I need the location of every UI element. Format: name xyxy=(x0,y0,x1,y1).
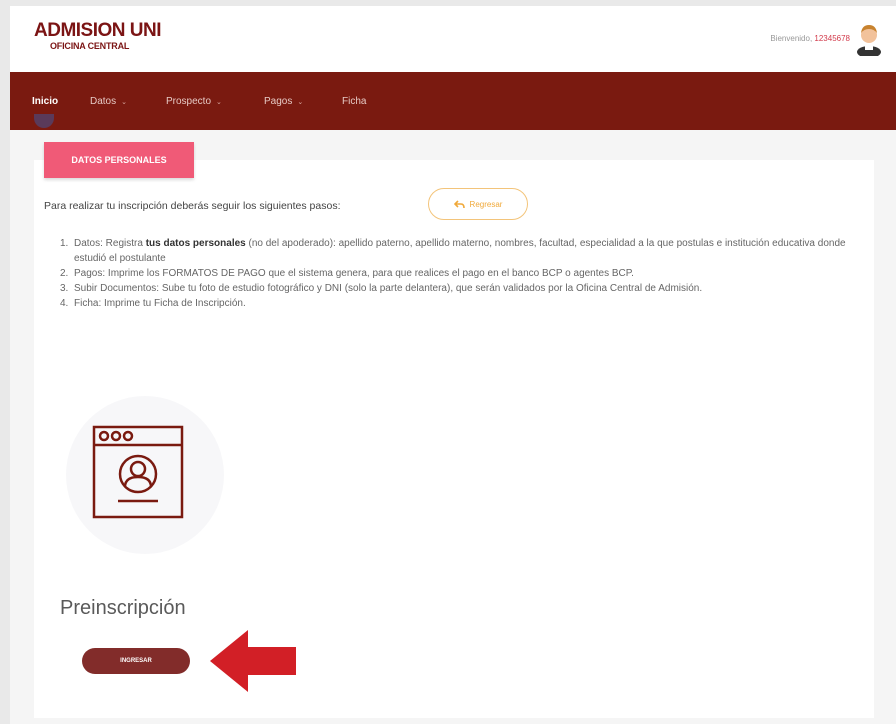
step-number: 1. xyxy=(60,238,69,249)
nav-label: Pagos xyxy=(264,96,293,107)
step-number: 4. xyxy=(60,298,69,309)
step-item: 4. Ficha: Imprime tu Ficha de Inscripció… xyxy=(60,296,866,311)
step-number: 2. xyxy=(60,268,69,279)
profile-window-icon xyxy=(92,425,184,519)
reply-arrow-icon xyxy=(453,199,465,208)
nav-item-inicio[interactable]: Inicio xyxy=(32,96,58,107)
section-title: Preinscripción xyxy=(60,597,186,619)
nav-label: Inicio xyxy=(32,96,59,107)
step-item: 1. Datos: Registra tus datos personales … xyxy=(60,236,866,266)
intro-text: Para realizar tu inscripción deberás seg… xyxy=(44,200,341,212)
step-item: 3. Subir Documentos: Sube tu foto de est… xyxy=(60,281,866,296)
chevron-down-icon: ⌄ xyxy=(216,98,222,106)
user-avatar-icon[interactable] xyxy=(856,22,882,56)
step-text: Datos: Registra tus datos personales (no… xyxy=(74,236,866,266)
step-number: 3. xyxy=(60,283,69,294)
section-badge: DATOS PERSONALES xyxy=(44,142,194,178)
main-navbar: Inicio Datos ⌄ Prospecto ⌄ Pagos ⌄ Ficha xyxy=(10,72,896,130)
user-id: 12345678 xyxy=(814,34,850,43)
welcome-text: Bienvenido, 12345678 xyxy=(770,34,850,43)
ingresar-button[interactable]: INGRESAR xyxy=(82,648,190,674)
step-text: Subir Documentos: Sube tu foto de estudi… xyxy=(74,283,703,294)
step-text: Pagos: Imprime los FORMATOS DE PAGO que … xyxy=(74,268,634,279)
nav-label: Datos xyxy=(90,96,117,107)
step-text-bold: tus datos personales xyxy=(145,238,246,249)
chevron-down-icon: ⌄ xyxy=(297,98,304,106)
nav-item-datos[interactable]: Datos ⌄ xyxy=(90,96,127,107)
steps-list: 1. Datos: Registra tus datos personales … xyxy=(60,236,866,311)
nav-item-prospecto[interactable]: Prospecto ⌄ xyxy=(166,96,222,107)
nav-label: Prospecto xyxy=(166,96,212,107)
back-button-label: Regresar xyxy=(469,199,503,209)
welcome-label: Bienvenido, xyxy=(770,34,813,43)
red-pointer-arrow-icon xyxy=(210,630,296,692)
logo-subtitle: OFICINA CENTRAL xyxy=(50,41,130,51)
logo-title: ADMISION UNI xyxy=(34,20,162,41)
nav-item-ficha[interactable]: Ficha xyxy=(342,96,366,107)
back-button[interactable]: Regresar xyxy=(428,188,528,220)
chevron-down-icon: ⌄ xyxy=(121,98,127,106)
nav-item-pagos[interactable]: Pagos ⌄ xyxy=(264,96,303,107)
step-text: Ficha: Imprime tu Ficha de Inscripción. xyxy=(74,298,246,309)
header: ADMISION UNI OFICINA CENTRAL Bienvenido,… xyxy=(10,6,896,74)
step-item: 2. Pagos: Imprime los FORMATOS DE PAGO q… xyxy=(60,266,866,281)
nav-label: Ficha xyxy=(342,96,367,107)
step-text-pre: Datos: Registra xyxy=(74,238,146,249)
